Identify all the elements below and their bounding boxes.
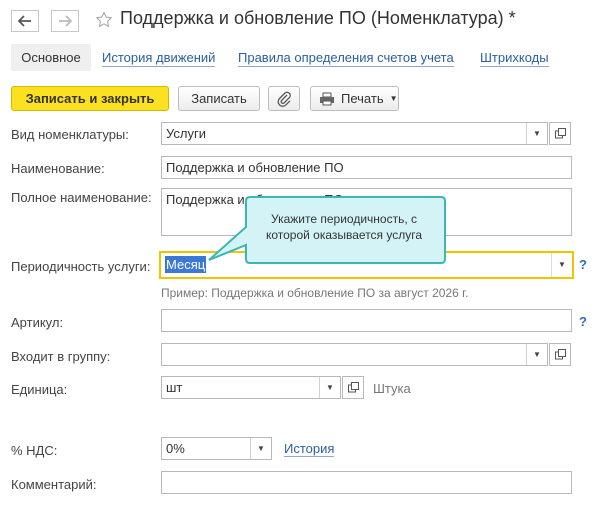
paperclip-icon (277, 91, 291, 107)
printer-icon (320, 92, 334, 105)
tab-main[interactable]: Основное (11, 44, 91, 71)
period-label: Периодичность услуги: (11, 259, 151, 274)
period-value: Месяц (165, 256, 207, 273)
save-and-close-button[interactable]: Записать и закрыть (11, 86, 169, 111)
chevron-down-icon[interactable]: ▼ (551, 253, 572, 277)
chevron-down-icon[interactable]: ▼ (250, 438, 271, 459)
save-button[interactable]: Записать (178, 86, 260, 111)
star-icon[interactable] (95, 11, 113, 29)
forward-button[interactable] (51, 10, 79, 32)
arrow-right-icon (59, 15, 72, 27)
open-kind-button[interactable] (549, 122, 571, 145)
open-window-icon (347, 382, 359, 393)
unit-field[interactable]: шт ▼ (161, 376, 341, 399)
arrow-left-icon (18, 15, 31, 27)
unit-full-name: Штука (373, 381, 411, 396)
vat-field[interactable]: 0% ▼ (161, 437, 272, 460)
kind-value: Услуги (166, 126, 206, 141)
vat-history-link[interactable]: История (284, 442, 335, 457)
period-example: Пример: Поддержка и обновление ПО за авг… (161, 286, 469, 300)
open-group-button[interactable] (549, 343, 571, 366)
article-label: Артикул: (11, 315, 64, 330)
page-title: Поддержка и обновление ПО (Номенклатура)… (120, 8, 516, 28)
back-button[interactable] (11, 10, 39, 32)
period-help-icon[interactable]: ? (579, 257, 587, 272)
comment-label: Комментарий: (11, 477, 97, 492)
group-label: Входит в группу: (11, 349, 111, 364)
print-button[interactable]: Печать ▼ (310, 86, 399, 111)
vat-value: 0% (166, 441, 185, 456)
tooltip-text: Укажите периодичность, с которой оказыва… (265, 212, 423, 242)
name-label: Наименование: (11, 161, 105, 176)
chevron-down-icon[interactable]: ▼ (526, 344, 547, 365)
unit-label: Единица: (11, 382, 68, 397)
tab-account-rules[interactable]: Правила определения счетов учета (238, 51, 454, 67)
tab-barcodes[interactable]: Штрихкоды (480, 51, 549, 67)
article-help-icon[interactable]: ? (579, 314, 587, 329)
open-window-icon (554, 349, 566, 360)
print-label: Печать (341, 91, 384, 106)
vat-label: % НДС: (11, 443, 58, 458)
fullname-label: Полное наименование: (11, 190, 152, 205)
kind-field[interactable]: Услуги ▼ (161, 122, 548, 145)
group-field[interactable]: ▼ (161, 343, 548, 366)
kind-label: Вид номенклатуры: (11, 127, 129, 142)
open-unit-button[interactable] (342, 376, 364, 399)
chevron-down-icon[interactable]: ▼ (319, 377, 340, 398)
comment-field[interactable] (161, 471, 572, 494)
name-field[interactable]: Поддержка и обновление ПО (161, 156, 572, 179)
unit-value: шт (166, 380, 183, 395)
open-window-icon (554, 128, 566, 139)
attach-button[interactable] (268, 86, 300, 111)
tab-movement-history[interactable]: История движений (102, 51, 216, 67)
article-field[interactable] (161, 309, 572, 332)
chevron-down-icon: ▼ (389, 94, 398, 103)
chevron-down-icon[interactable]: ▼ (526, 123, 547, 144)
